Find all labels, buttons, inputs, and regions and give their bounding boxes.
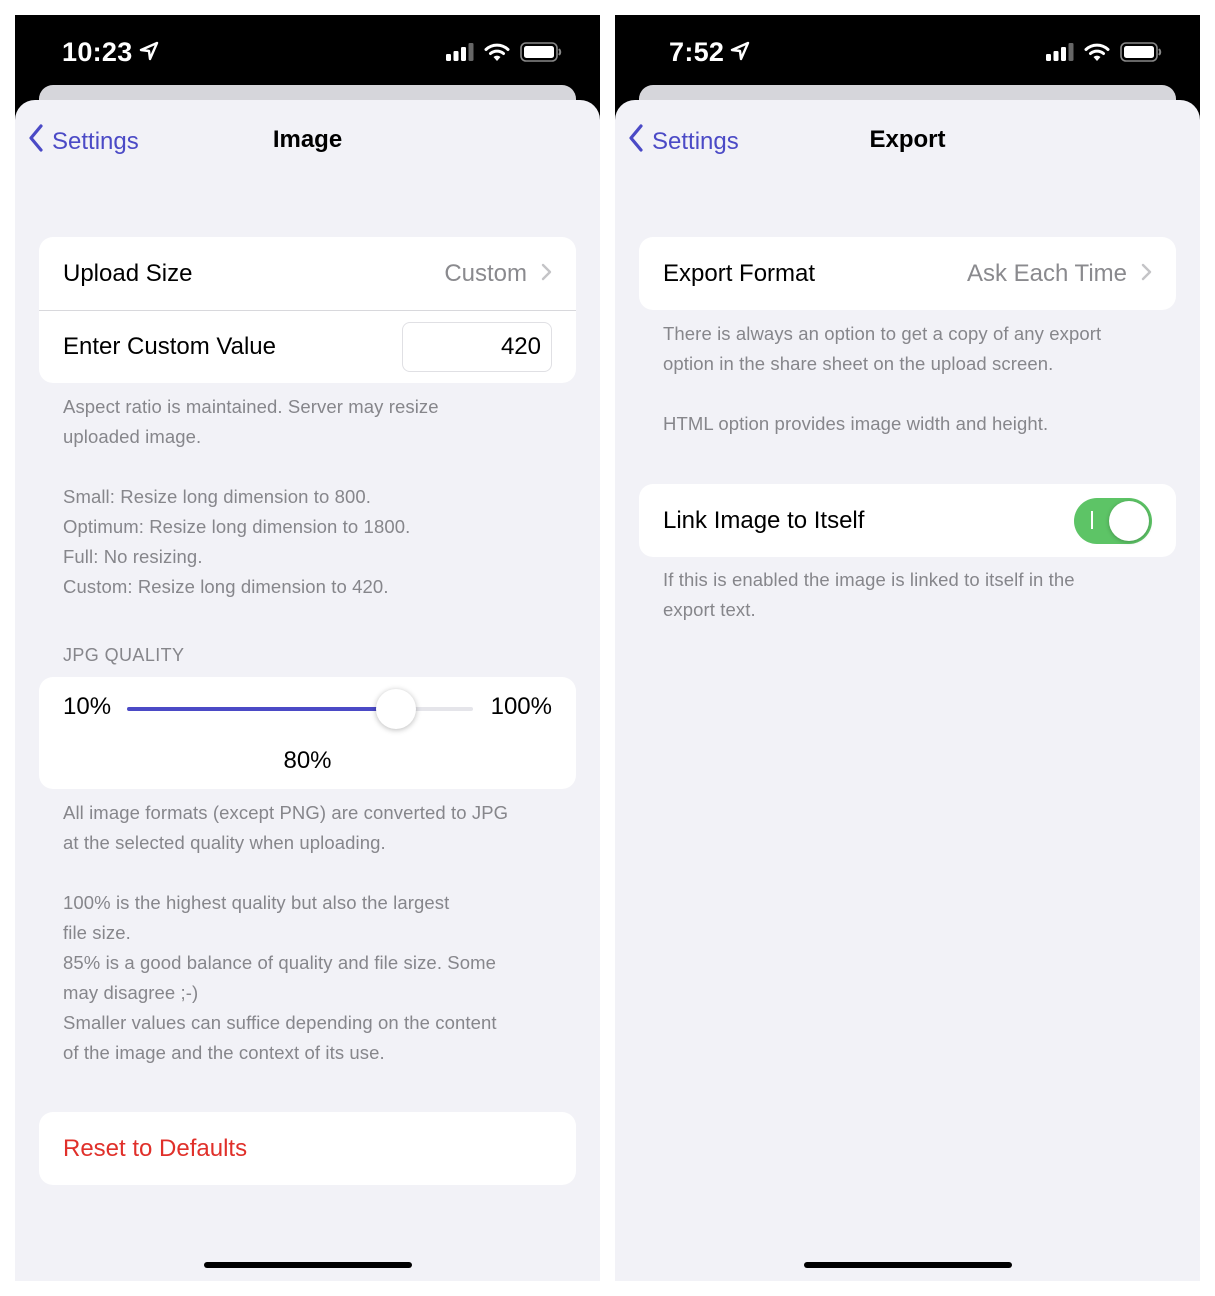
location-arrow-icon (139, 37, 159, 68)
chevron-right-icon (541, 260, 552, 288)
footer-line: Full: No resizing. (63, 546, 203, 567)
navigation-bar: Settings Image (15, 100, 600, 186)
jpg-quality-slider[interactable] (127, 689, 473, 729)
battery-icon (1120, 42, 1162, 67)
jpg-quality-header: JPG QUALITY (63, 645, 185, 665)
status-time-group: 10:23 (62, 37, 159, 68)
cellular-signal-icon (446, 43, 474, 66)
footer-line: There is always an option to get a copy … (663, 323, 1102, 344)
toggle-knob (1109, 500, 1149, 541)
jpg-quality-group: 10% 100% 80% (39, 677, 576, 789)
custom-value-label: Enter Custom Value (63, 333, 276, 360)
footer-line: Aspect ratio is maintained. Server may r… (63, 396, 439, 417)
page-title: Export (869, 126, 946, 153)
upload-size-value: Custom (444, 259, 527, 287)
export-format-label: Export Format (663, 259, 816, 287)
footer-line: of the image and the context of its use. (63, 1042, 385, 1063)
footer-line: Optimum: Resize long dimension to 1800. (63, 516, 411, 537)
status-time: 10:23 (62, 37, 133, 67)
export-format-value-group: Ask Each Time (967, 260, 1152, 288)
home-indicator[interactable] (203, 1262, 412, 1268)
reset-to-defaults-button[interactable]: Reset to Defaults (39, 1112, 576, 1185)
export-format-footer: There is always an option to get a copy … (663, 319, 1160, 439)
status-icons (446, 42, 562, 67)
slider-thumb[interactable] (376, 689, 417, 729)
export-format-group: Export Format Ask Each Time (639, 237, 1176, 310)
slider-min-label: 10% (63, 693, 112, 720)
status-time-group: 7:52 (669, 37, 750, 68)
slider-value-label: 80% (283, 747, 332, 774)
footer-line: may disagree ;-) (63, 982, 199, 1003)
status-bar: 10:23 (15, 15, 600, 93)
page-title: Image (272, 126, 343, 153)
link-image-row: Link Image to Itself (639, 484, 1176, 557)
upload-size-group: Upload Size Custom Enter Custom Value 42… (39, 237, 576, 383)
footer-line: export text. (663, 599, 756, 620)
export-format-value: Ask Each Time (966, 259, 1127, 287)
jpg-quality-slider-row: 10% 100% 80% (39, 677, 576, 789)
footer-spacer (663, 379, 1160, 409)
footer-line: option in the share sheet on the upload … (663, 353, 1054, 374)
cellular-signal-icon (1046, 43, 1074, 66)
jpg-quality-footer: All image formats (except PNG) are conve… (63, 798, 560, 1068)
status-time: 7:52 (669, 37, 725, 67)
status-bar: 7:52 (615, 15, 1200, 93)
slider-max-label: 100% (490, 693, 552, 720)
link-image-label: Link Image to Itself (663, 506, 865, 534)
custom-value-row: Enter Custom Value 420 (39, 310, 576, 383)
toggle-on-indicator (1091, 510, 1093, 529)
footer-line: All image formats (except PNG) are conve… (63, 802, 509, 823)
link-image-group: Link Image to Itself (639, 484, 1176, 557)
upload-size-footer: Aspect ratio is maintained. Server may r… (63, 392, 560, 602)
upload-size-label: Upload Size (63, 259, 193, 287)
slider-fill (127, 707, 397, 711)
reset-group: Reset to Defaults (39, 1112, 576, 1185)
link-image-footer: If this is enabled the image is linked t… (663, 565, 1160, 625)
location-arrow-icon (730, 37, 750, 68)
footer-spacer (63, 858, 560, 888)
footer-line: Small: Resize long dimension to 800. (63, 486, 371, 507)
custom-value-input[interactable]: 420 (402, 322, 552, 372)
status-icons (1046, 42, 1162, 67)
export-format-row[interactable]: Export Format Ask Each Time (639, 237, 1176, 310)
phone-screen-image-settings: 10:23 Settings Image Upload Size Custom … (15, 15, 600, 1281)
home-indicator[interactable] (803, 1262, 1012, 1268)
settings-sheet: Settings Export Export Format Ask Each T… (615, 100, 1200, 1281)
footer-line: file size. (63, 922, 131, 943)
upload-size-row[interactable]: Upload Size Custom (39, 237, 576, 310)
footer-line: HTML option provides image width and hei… (663, 413, 1049, 434)
footer-line: If this is enabled the image is linked t… (663, 569, 1075, 590)
navigation-bar: Settings Export (615, 100, 1200, 186)
wifi-icon (484, 42, 510, 67)
footer-line: at the selected quality when uploading. (63, 832, 386, 853)
footer-line: Smaller values can suffice depending on … (63, 1012, 497, 1033)
footer-line: 100% is the highest quality but also the… (63, 892, 450, 913)
link-image-toggle[interactable] (1074, 497, 1152, 544)
upload-size-value-group: Custom (444, 260, 552, 288)
phone-screen-export-settings: 7:52 Settings Export Export Format Ask E… (615, 15, 1200, 1281)
battery-icon (520, 42, 562, 67)
wifi-icon (1084, 42, 1110, 67)
chevron-right-icon (1141, 260, 1152, 288)
settings-sheet: Settings Image Upload Size Custom Enter … (15, 100, 600, 1281)
footer-spacer (63, 452, 560, 482)
footer-line: uploaded image. (63, 426, 202, 447)
footer-line: Custom: Resize long dimension to 420. (63, 576, 389, 597)
footer-line: 85% is a good balance of quality and fil… (63, 952, 497, 973)
